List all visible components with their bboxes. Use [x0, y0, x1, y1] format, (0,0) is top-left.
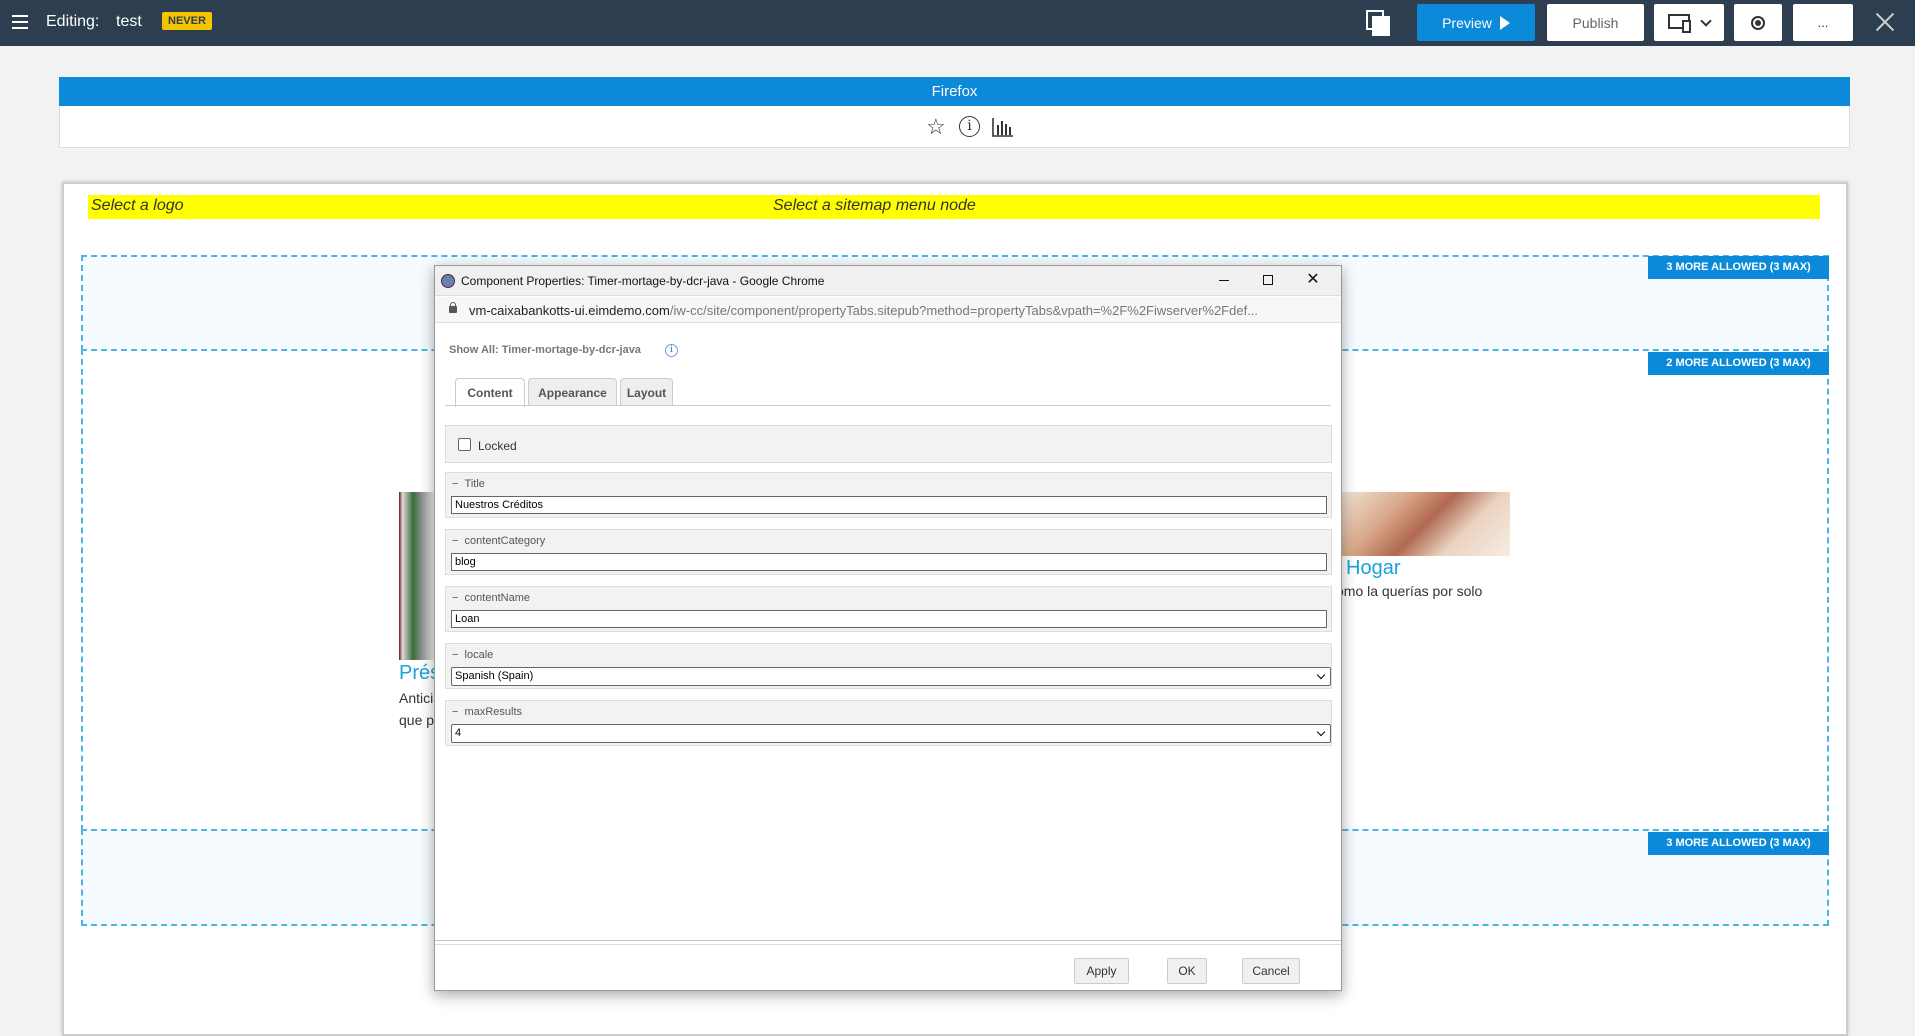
- top-toolbar: Editing: test NEVER Preview Publish ...: [0, 0, 1915, 46]
- cancel-button[interactable]: Cancel: [1242, 958, 1300, 984]
- content-category-input[interactable]: blog: [451, 553, 1327, 571]
- content-name-label: − contentName: [452, 592, 530, 604]
- menu-icon[interactable]: [12, 15, 28, 29]
- tab-appearance[interactable]: Appearance: [528, 378, 617, 406]
- page-name: test: [116, 13, 142, 30]
- zone-badge-1: 3 MORE ALLOWED (3 MAX): [1648, 256, 1829, 279]
- dialog-titlebar: Component Properties: Timer-mortage-by-d…: [435, 266, 1341, 296]
- play-icon: [1499, 15, 1510, 30]
- zone-badge-2: 2 MORE ALLOWED (3 MAX): [1648, 352, 1829, 375]
- target-button[interactable]: [1734, 4, 1782, 41]
- footer-divider: [435, 940, 1341, 941]
- pages-icon[interactable]: [1366, 10, 1392, 36]
- locale-label: − locale: [452, 649, 494, 661]
- minimize-icon[interactable]: [1219, 280, 1229, 281]
- editing-label: Editing:: [46, 13, 100, 30]
- title-group: − Title Nuestros Créditos: [445, 472, 1332, 518]
- max-results-value: 4: [455, 727, 462, 739]
- address-bar: vm-caixabankotts-ui.eimdemo.com/iw-cc/si…: [435, 297, 1341, 323]
- header-placeholder-bar: Select a logo Select a sitemap menu node: [88, 195, 1820, 219]
- max-results-group: − maxResults 4: [445, 700, 1332, 746]
- chart-icon[interactable]: [992, 117, 1014, 137]
- chevron-down-icon: [1316, 727, 1326, 737]
- apply-button[interactable]: Apply: [1074, 958, 1129, 984]
- tabs-divider: [445, 405, 1331, 406]
- locale-group: − locale Spanish (Spain): [445, 643, 1332, 689]
- url-host: vm-caixabankotts-ui.eimdemo.com: [469, 303, 670, 318]
- max-results-select[interactable]: 4: [451, 724, 1331, 743]
- star-icon[interactable]: ☆: [926, 114, 946, 140]
- device-select-button[interactable]: [1654, 4, 1724, 41]
- component-properties-dialog: Component Properties: Timer-mortage-by-d…: [434, 265, 1342, 991]
- info-icon[interactable]: i: [959, 116, 980, 137]
- tab-content[interactable]: Content: [455, 378, 525, 407]
- content-name-input[interactable]: Loan: [451, 610, 1327, 628]
- info-icon[interactable]: i: [665, 344, 678, 357]
- preview-button[interactable]: Preview: [1417, 4, 1535, 41]
- close-icon[interactable]: ✕: [1305, 271, 1321, 289]
- ok-button[interactable]: OK: [1167, 958, 1207, 984]
- card-title-right[interactable]: Hogar: [1346, 557, 1400, 580]
- browser-toolbar: ☆ i: [59, 106, 1850, 148]
- locked-group: Locked: [445, 425, 1332, 463]
- url-text: vm-caixabankotts-ui.eimdemo.com/iw-cc/si…: [469, 303, 1329, 318]
- content-name-group: − contentName Loan: [445, 586, 1332, 632]
- card-text-left: Antici: [399, 690, 434, 706]
- preview-label: Preview: [1442, 14, 1492, 31]
- url-path: /iw-cc/site/component/propertyTabs.sitep…: [669, 303, 1259, 318]
- title-label: − Title: [452, 478, 485, 490]
- more-button[interactable]: ...: [1793, 4, 1853, 41]
- locked-checkbox[interactable]: [458, 438, 471, 451]
- content-category-label: − contentCategory: [452, 535, 546, 547]
- close-icon[interactable]: [1875, 12, 1895, 32]
- browser-name-bar: Firefox: [59, 77, 1850, 106]
- chevron-down-icon: [1700, 15, 1712, 27]
- menu-placeholder[interactable]: Select a sitemap menu node: [773, 197, 976, 215]
- phone-icon: [1682, 20, 1691, 33]
- tab-layout[interactable]: Layout: [620, 378, 673, 406]
- locked-label: Locked: [478, 439, 517, 453]
- publish-button[interactable]: Publish: [1547, 4, 1644, 41]
- locale-select[interactable]: Spanish (Spain): [451, 667, 1331, 686]
- status-badge: NEVER: [162, 12, 212, 30]
- dialog-title: Component Properties: Timer-mortage-by-d…: [461, 274, 825, 288]
- logo-placeholder[interactable]: Select a logo: [91, 197, 184, 215]
- card-text-left: que p: [399, 712, 435, 728]
- maximize-icon[interactable]: [1263, 275, 1273, 285]
- title-input[interactable]: Nuestros Créditos: [451, 496, 1327, 514]
- card-image-right: [1341, 492, 1510, 556]
- footer-divider: [435, 944, 1341, 945]
- card-text-right: omo la querías por solo: [1336, 583, 1483, 599]
- lock-icon: [449, 302, 457, 313]
- show-all-link[interactable]: Show All: Timer-mortage-by-dcr-java: [449, 344, 641, 356]
- favicon-icon: [441, 274, 455, 288]
- card-image-left: [399, 492, 434, 660]
- zone-badge-3: 3 MORE ALLOWED (3 MAX): [1648, 832, 1829, 855]
- content-category-group: − contentCategory blog: [445, 529, 1332, 575]
- max-results-label: − maxResults: [452, 706, 523, 718]
- locale-value: Spanish (Spain): [455, 670, 534, 682]
- chevron-down-icon: [1316, 670, 1326, 680]
